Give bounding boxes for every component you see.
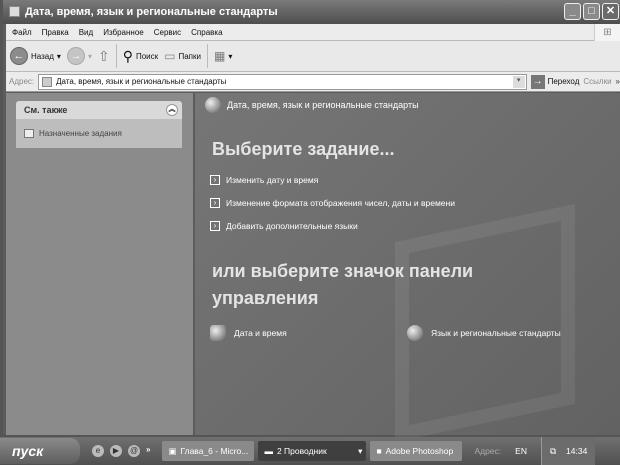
separator xyxy=(115,44,117,68)
back-arrow-icon: ← xyxy=(10,47,28,65)
toolbar: ← Назад ▾ → ▾ ⇧ ⚲ Поиск ▭ Папки ▦ ▾ xyxy=(6,41,620,72)
window-title: Дата, время, язык и региональные стандар… xyxy=(25,6,278,18)
dropdown-icon[interactable]: ▾ xyxy=(88,52,92,61)
sidebar-item-label: Назначенные задания xyxy=(39,129,122,138)
taskbar-button-label: Adobe Photoshop xyxy=(385,446,454,456)
task-label: Изменить дату и время xyxy=(226,175,319,185)
quick-launch-more[interactable]: » xyxy=(146,445,150,457)
search-label: Поиск xyxy=(135,51,159,61)
cpl-regional-settings[interactable]: Язык и региональные стандарты xyxy=(407,325,561,341)
go-label: Переход xyxy=(547,77,580,86)
category-title: Дата, время, язык и региональные стандар… xyxy=(227,100,419,110)
title-bar[interactable]: Дата, время, язык и региональные стандар… xyxy=(3,0,620,24)
taskbar-button-label: Глава_6 - Micro... xyxy=(180,446,249,456)
language-indicator[interactable]: EN xyxy=(515,446,527,456)
dropdown-icon: ▾ xyxy=(358,446,363,456)
cpl-label: Дата и время xyxy=(234,328,287,338)
links-more-button[interactable]: » xyxy=(616,77,620,86)
see-also-title: См. также xyxy=(24,105,68,115)
task-pane: См. также ︽ Назначенные задания xyxy=(6,93,193,435)
folder-icon: ▬ xyxy=(264,446,273,456)
menu-bar: Файл Правка Вид Избранное Сервис Справка… xyxy=(6,24,620,41)
links-button[interactable]: Ссылки xyxy=(583,77,611,86)
separator xyxy=(206,44,208,68)
collapse-chevron-icon[interactable]: ︽ xyxy=(166,104,178,116)
go-button[interactable]: → Переход xyxy=(530,74,580,89)
menu-help[interactable]: Справка xyxy=(191,24,222,40)
scheduled-tasks-icon xyxy=(24,129,34,138)
taskbar-button-photoshop[interactable]: ■ Adobe Photoshop xyxy=(370,441,463,461)
taskbar-button-word[interactable]: ▣ Глава_6 - Micro... xyxy=(162,441,255,461)
start-button[interactable]: пуск xyxy=(0,438,80,464)
menu-view[interactable]: Вид xyxy=(79,24,93,40)
word-icon: ▣ xyxy=(168,446,177,456)
menu-favorites[interactable]: Избранное xyxy=(103,24,144,40)
see-also-box: См. также ︽ Назначенные задания xyxy=(16,101,182,148)
task-label: Изменение формата отображения чисел, дат… xyxy=(226,198,455,208)
see-also-header[interactable]: См. также ︽ xyxy=(16,101,182,119)
folders-icon: ▭ xyxy=(164,49,176,63)
menu-edit[interactable]: Правка xyxy=(42,24,69,40)
date-time-icon xyxy=(210,325,226,341)
forward-button[interactable]: → ▾ xyxy=(66,47,92,65)
address-bar: Адрес: Дата, время, язык и региональные … xyxy=(6,72,620,92)
address-label: Адрес: xyxy=(9,77,35,86)
clock[interactable]: 14:34 xyxy=(566,446,587,456)
task-label: Добавить дополнительные языки xyxy=(226,221,358,231)
search-icon: ⚲ xyxy=(122,47,133,64)
network-icon[interactable]: ⧉ xyxy=(550,446,556,457)
globe-icon xyxy=(407,325,423,341)
arrow-icon: › xyxy=(210,198,220,208)
up-folder-icon[interactable]: ⇧ xyxy=(98,48,110,65)
menu-file[interactable]: Файл xyxy=(12,24,32,40)
taskbar-button-explorer[interactable]: ▬ 2 Проводник ▾ xyxy=(258,441,367,461)
dropdown-icon[interactable]: ▾ xyxy=(57,52,61,61)
system-tray: ⧉ 14:34 xyxy=(540,437,596,465)
ie-icon[interactable]: e xyxy=(92,445,104,457)
menu-tools[interactable]: Сервис xyxy=(154,24,181,40)
task-link-add-languages[interactable]: › Добавить дополнительные языки xyxy=(210,221,358,231)
taskbar-address-toolbar[interactable]: Адрес: xyxy=(474,446,501,456)
pick-icon-heading: или выберите значок панели управления xyxy=(212,261,474,308)
sidebar-item-scheduled-tasks[interactable]: Назначенные задания xyxy=(16,119,182,148)
address-value: Дата, время, язык и региональные стандар… xyxy=(56,77,227,86)
taskbar: пуск e ▶ @ » ▣ Глава_6 - Micro... ▬ 2 Пров… xyxy=(0,437,620,465)
media-player-icon[interactable]: ▶ xyxy=(110,445,122,457)
cpl-label: Язык и региональные стандарты xyxy=(431,328,561,338)
folder-icon xyxy=(9,6,20,17)
dropdown-icon: ▾ xyxy=(228,51,233,61)
go-arrow-icon: → xyxy=(530,74,545,89)
back-button[interactable]: ← Назад ▾ xyxy=(10,47,61,65)
folders-label: Папки xyxy=(178,51,201,61)
taskbar-button-label: 2 Проводник xyxy=(276,446,327,456)
pick-task-heading: Выберите задание... xyxy=(212,139,395,159)
windows-logo-icon: ⊞ xyxy=(594,24,620,41)
start-label: пуск xyxy=(12,443,44,459)
address-input[interactable]: Дата, время, язык и региональные стандар… xyxy=(38,73,527,90)
photoshop-icon: ■ xyxy=(376,446,382,456)
arrow-icon: › xyxy=(210,175,220,185)
globe-clock-icon xyxy=(205,97,221,113)
task-link-change-date[interactable]: › Изменить дату и время xyxy=(210,175,318,185)
outlook-icon[interactable]: @ xyxy=(128,445,140,457)
cpl-date-time[interactable]: Дата и время xyxy=(210,325,287,341)
maximize-button[interactable]: □ xyxy=(583,3,600,20)
views-icon: ▦ xyxy=(213,49,226,63)
control-panel-icon xyxy=(42,76,53,87)
task-link-change-format[interactable]: › Изменение формата отображения чисел, да… xyxy=(210,198,455,208)
category-header: Дата, время, язык и региональные стандар… xyxy=(205,97,419,113)
views-button[interactable]: ▦ ▾ xyxy=(214,49,232,63)
watermark-graphic xyxy=(395,203,575,443)
main-pane: Дата, время, язык и региональные стандар… xyxy=(195,93,620,443)
minimize-button[interactable]: _ xyxy=(564,3,581,20)
chevron-down-icon[interactable]: ▾ xyxy=(512,75,525,88)
folders-button[interactable]: ▭ Папки xyxy=(164,49,201,63)
explorer-window: Дата, время, язык и региональные стандар… xyxy=(0,0,620,443)
arrow-icon: › xyxy=(210,221,220,231)
back-label: Назад xyxy=(31,51,54,61)
search-button[interactable]: ⚲ Поиск xyxy=(123,48,158,65)
forward-arrow-icon: → xyxy=(66,47,85,65)
close-button[interactable]: ✕ xyxy=(602,3,619,20)
quick-launch: e ▶ @ » xyxy=(92,445,150,457)
